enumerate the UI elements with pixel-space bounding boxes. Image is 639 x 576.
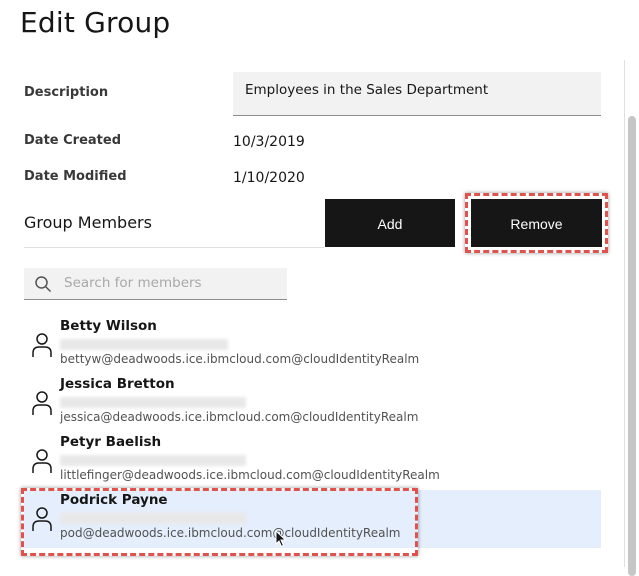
mouse-cursor-icon	[275, 530, 287, 548]
user-icon	[32, 391, 52, 415]
remove-member-button[interactable]: Remove	[471, 199, 602, 247]
member-name: Betty Wilson	[60, 318, 157, 334]
member-name: Petyr Baelish	[60, 434, 162, 450]
redacted-text	[60, 397, 246, 408]
member-row[interactable]: Betty Wilson bettyw@deadwoods.ice.ibmclo…	[24, 316, 601, 374]
member-email: bettyw@deadwoods.ice.ibmcloud.com@cloudI…	[60, 352, 420, 366]
member-name: Podrick Payne	[60, 492, 168, 508]
group-members-title: Group Members	[24, 213, 152, 232]
date-created-label: Date Created	[24, 133, 121, 148]
description-field[interactable]: Employees in the Sales Department	[233, 72, 601, 116]
search-icon	[35, 276, 52, 293]
member-search[interactable]	[24, 268, 287, 300]
member-row[interactable]: Jessica Bretton jessica@deadwoods.ice.ib…	[24, 374, 601, 432]
member-row-selected[interactable]: Podrick Payne pod@deadwoods.ice.ibmcloud…	[24, 490, 601, 548]
user-icon	[32, 507, 52, 531]
member-email: littlefinger@deadwoods.ice.ibmcloud.com@…	[60, 468, 440, 482]
scrollbar-thumb[interactable]	[628, 116, 636, 576]
date-modified-label: Date Modified	[24, 169, 127, 184]
date-created-value: 10/3/2019	[233, 134, 305, 150]
user-icon	[32, 449, 52, 473]
member-name: Jessica Bretton	[60, 376, 175, 392]
member-row[interactable]: Petyr Baelish littlefinger@deadwoods.ice…	[24, 432, 601, 490]
redacted-text	[60, 513, 246, 524]
user-icon	[32, 333, 52, 357]
redacted-text	[60, 339, 228, 350]
member-email: pod@deadwoods.ice.ibmcloud.com@cloudIden…	[60, 526, 401, 540]
redacted-text	[60, 455, 246, 466]
scrollbar[interactable]	[624, 60, 639, 576]
description-label: Description	[24, 85, 109, 100]
page-title: Edit Group	[20, 6, 171, 39]
date-modified-value: 1/10/2020	[233, 170, 305, 186]
member-email: jessica@deadwoods.ice.ibmcloud.com@cloud…	[60, 410, 419, 424]
section-divider	[24, 247, 324, 248]
search-input[interactable]	[64, 268, 279, 298]
add-member-button[interactable]: Add	[325, 199, 455, 247]
